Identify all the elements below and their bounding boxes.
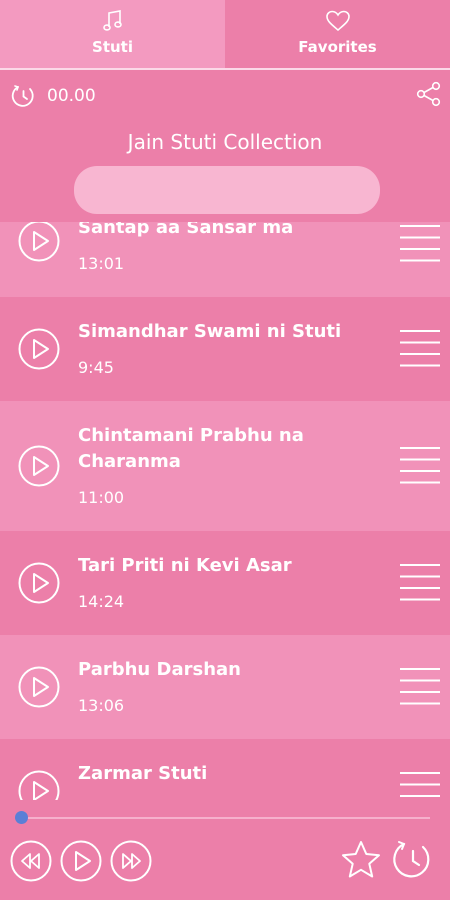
song-title: Chintamani Prabhu na Charanma — [78, 425, 304, 472]
seek-bar[interactable] — [0, 800, 450, 836]
rewind-icon[interactable] — [10, 840, 52, 882]
music-note-icon — [102, 10, 122, 31]
play-icon[interactable] — [18, 222, 60, 262]
menu-icon[interactable] — [398, 223, 442, 265]
song-texts: Simandhar Swami ni Stuti 9:45 — [78, 319, 378, 377]
song-list[interactable]: Santap aa Sansar ma 13:01 Simandhar Swam… — [0, 222, 450, 800]
star-icon[interactable] — [339, 839, 383, 881]
tab-stuti-label: Stuti — [92, 38, 133, 56]
song-duration: 13:01 — [78, 254, 125, 273]
list-item[interactable]: Santap aa Sansar ma 13:01 — [0, 222, 450, 297]
menu-icon[interactable] — [398, 562, 442, 604]
share-icon[interactable] — [416, 81, 442, 107]
list-item[interactable]: Simandhar Swami ni Stuti 9:45 — [0, 297, 450, 401]
search-input[interactable] — [74, 166, 380, 214]
seek-thumb[interactable] — [15, 811, 28, 824]
tab-bar: Stuti Favorites — [0, 0, 450, 68]
timer-text: 00.00 — [47, 86, 96, 106]
seek-track[interactable] — [22, 817, 430, 819]
play-icon[interactable] — [60, 840, 102, 882]
sleep-timer-icon[interactable] — [391, 838, 435, 884]
menu-icon[interactable] — [398, 666, 442, 708]
app-root: Stuti Favorites 00.00 Jain Stuti Collect… — [0, 0, 450, 900]
song-title: Tari Priti ni Kevi Asar — [78, 555, 292, 576]
header: 00.00 Jain Stuti Collection — [0, 70, 450, 222]
list-item[interactable]: Parbhu Darshan 13:06 — [0, 635, 450, 739]
player-controls — [0, 836, 450, 900]
menu-icon[interactable] — [398, 445, 442, 487]
menu-icon[interactable] — [398, 770, 442, 800]
collection-title: Jain Stuti Collection — [127, 130, 323, 154]
list-item[interactable]: Tari Priti ni Kevi Asar 14:24 — [0, 531, 450, 635]
song-title: Simandhar Swami ni Stuti — [78, 321, 342, 342]
list-item[interactable]: Chintamani Prabhu na Charanma 11:00 — [0, 401, 450, 531]
play-icon[interactable] — [18, 770, 60, 800]
heart-icon — [325, 10, 350, 32]
tab-favorites[interactable]: Favorites — [225, 0, 450, 68]
song-duration: 14:24 — [78, 592, 125, 611]
song-texts: Tari Priti ni Kevi Asar 14:24 — [78, 553, 378, 611]
tab-favorites-label: Favorites — [298, 38, 377, 56]
play-icon[interactable] — [18, 445, 60, 487]
song-texts: Chintamani Prabhu na Charanma 11:00 — [78, 423, 378, 507]
song-duration: 11:00 — [78, 488, 125, 507]
tab-stuti[interactable]: Stuti — [0, 0, 225, 68]
song-duration: 13:06 — [78, 696, 125, 715]
song-title: Santap aa Sansar ma — [78, 222, 294, 238]
menu-icon[interactable] — [398, 328, 442, 370]
play-icon[interactable] — [18, 328, 60, 370]
fast-forward-icon[interactable] — [110, 840, 152, 882]
song-duration: 9:45 — [78, 358, 114, 377]
song-texts: Santap aa Sansar ma 13:01 — [78, 222, 378, 273]
play-icon[interactable] — [18, 666, 60, 708]
song-title: Zarmar Stuti — [78, 763, 208, 784]
sleep-timer-icon[interactable] — [10, 83, 37, 110]
play-icon[interactable] — [18, 562, 60, 604]
song-texts: Parbhu Darshan 13:06 — [78, 657, 378, 715]
song-title: Parbhu Darshan — [78, 659, 241, 680]
list-item[interactable]: Zarmar Stuti — [0, 739, 450, 800]
song-texts: Zarmar Stuti — [78, 761, 378, 800]
